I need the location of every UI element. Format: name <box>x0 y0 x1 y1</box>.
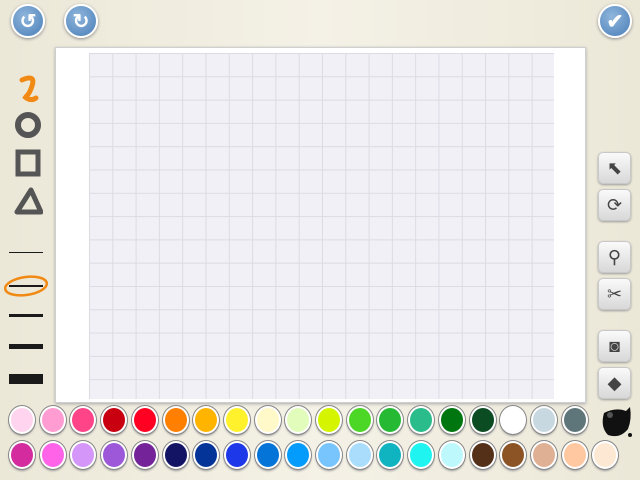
color-swatch[interactable] <box>254 406 281 434</box>
stamp-button[interactable]: ⚲ <box>598 241 631 273</box>
color-swatch[interactable] <box>408 406 435 434</box>
color-swatch[interactable] <box>500 441 527 469</box>
redo-button[interactable]: ↻ <box>64 4 98 38</box>
square-icon <box>15 149 41 177</box>
color-swatch[interactable] <box>162 406 189 434</box>
color-swatch[interactable] <box>9 441 35 469</box>
color-swatch[interactable] <box>316 441 342 469</box>
color-swatch[interactable] <box>377 406 404 434</box>
color-swatch[interactable] <box>530 441 557 469</box>
drawing-canvas[interactable] <box>55 47 586 403</box>
color-swatch[interactable] <box>438 441 465 469</box>
color-swatch[interactable] <box>70 441 97 469</box>
color-swatch[interactable] <box>254 441 281 469</box>
freehand-tool[interactable] <box>10 72 46 106</box>
checkmark-icon: ✔ <box>606 10 624 33</box>
color-swatch[interactable] <box>530 406 557 434</box>
paint-bucket-button[interactable]: ◆ <box>598 367 631 399</box>
color-swatch[interactable] <box>162 441 189 469</box>
color-swatch[interactable] <box>285 406 312 434</box>
color-swatch[interactable] <box>9 406 35 434</box>
color-swatch[interactable] <box>131 441 158 469</box>
color-swatch[interactable] <box>561 441 588 469</box>
done-button[interactable]: ✔ <box>598 4 632 38</box>
circle-icon <box>15 112 41 138</box>
squiggle-icon <box>19 75 39 103</box>
brush-size-4[interactable] <box>9 344 43 349</box>
redo-icon: ↻ <box>72 10 90 33</box>
pointer-button[interactable]: ⬉ <box>598 152 631 184</box>
color-swatch[interactable] <box>438 406 465 434</box>
color-swatch[interactable] <box>346 406 373 434</box>
color-swatch[interactable] <box>101 406 128 434</box>
color-swatch[interactable] <box>193 406 220 434</box>
rotate-icon: ⟳ <box>606 194 623 215</box>
color-swatch[interactable] <box>377 441 404 469</box>
color-swatch[interactable] <box>193 441 220 469</box>
undo-button[interactable]: ↺ <box>11 4 45 38</box>
arrow-pointer-icon: ⬉ <box>606 157 623 178</box>
color-swatch[interactable] <box>223 441 250 469</box>
color-swatch[interactable] <box>469 441 496 469</box>
color-swatch[interactable] <box>285 441 312 469</box>
color-swatch[interactable] <box>39 406 66 434</box>
paint-bucket-icon: ◆ <box>607 372 622 393</box>
triangle-icon <box>14 187 43 215</box>
rotate-button[interactable]: ⟳ <box>598 189 631 221</box>
circle-tool[interactable] <box>10 108 46 142</box>
square-tool[interactable] <box>10 146 46 180</box>
color-swatch[interactable] <box>316 406 342 434</box>
camera-icon: ◙ <box>609 335 620 356</box>
stamp-icon: ⚲ <box>607 246 622 267</box>
brush-size-3[interactable] <box>9 314 43 317</box>
color-swatch[interactable] <box>39 441 66 469</box>
brush-size-1[interactable] <box>9 252 43 253</box>
color-swatch[interactable] <box>101 441 128 469</box>
black-ink-swatch[interactable] <box>598 405 634 441</box>
triangle-tool[interactable] <box>10 184 46 218</box>
color-swatch[interactable] <box>346 441 373 469</box>
color-swatch[interactable] <box>408 441 435 469</box>
color-swatch[interactable] <box>561 406 588 434</box>
selected-brush-circle <box>3 275 49 297</box>
undo-icon: ↺ <box>19 10 37 33</box>
scissors-icon: ✂ <box>606 283 623 304</box>
camera-button[interactable]: ◙ <box>598 330 631 362</box>
color-swatch[interactable] <box>500 406 527 434</box>
brush-size-5[interactable] <box>9 374 43 384</box>
color-swatch[interactable] <box>223 406 250 434</box>
color-swatch[interactable] <box>131 406 158 434</box>
color-swatch[interactable] <box>70 406 97 434</box>
color-swatch[interactable] <box>592 441 619 469</box>
color-swatch[interactable] <box>469 406 496 434</box>
canvas-grid <box>89 53 554 399</box>
scissors-button[interactable]: ✂ <box>598 278 631 310</box>
